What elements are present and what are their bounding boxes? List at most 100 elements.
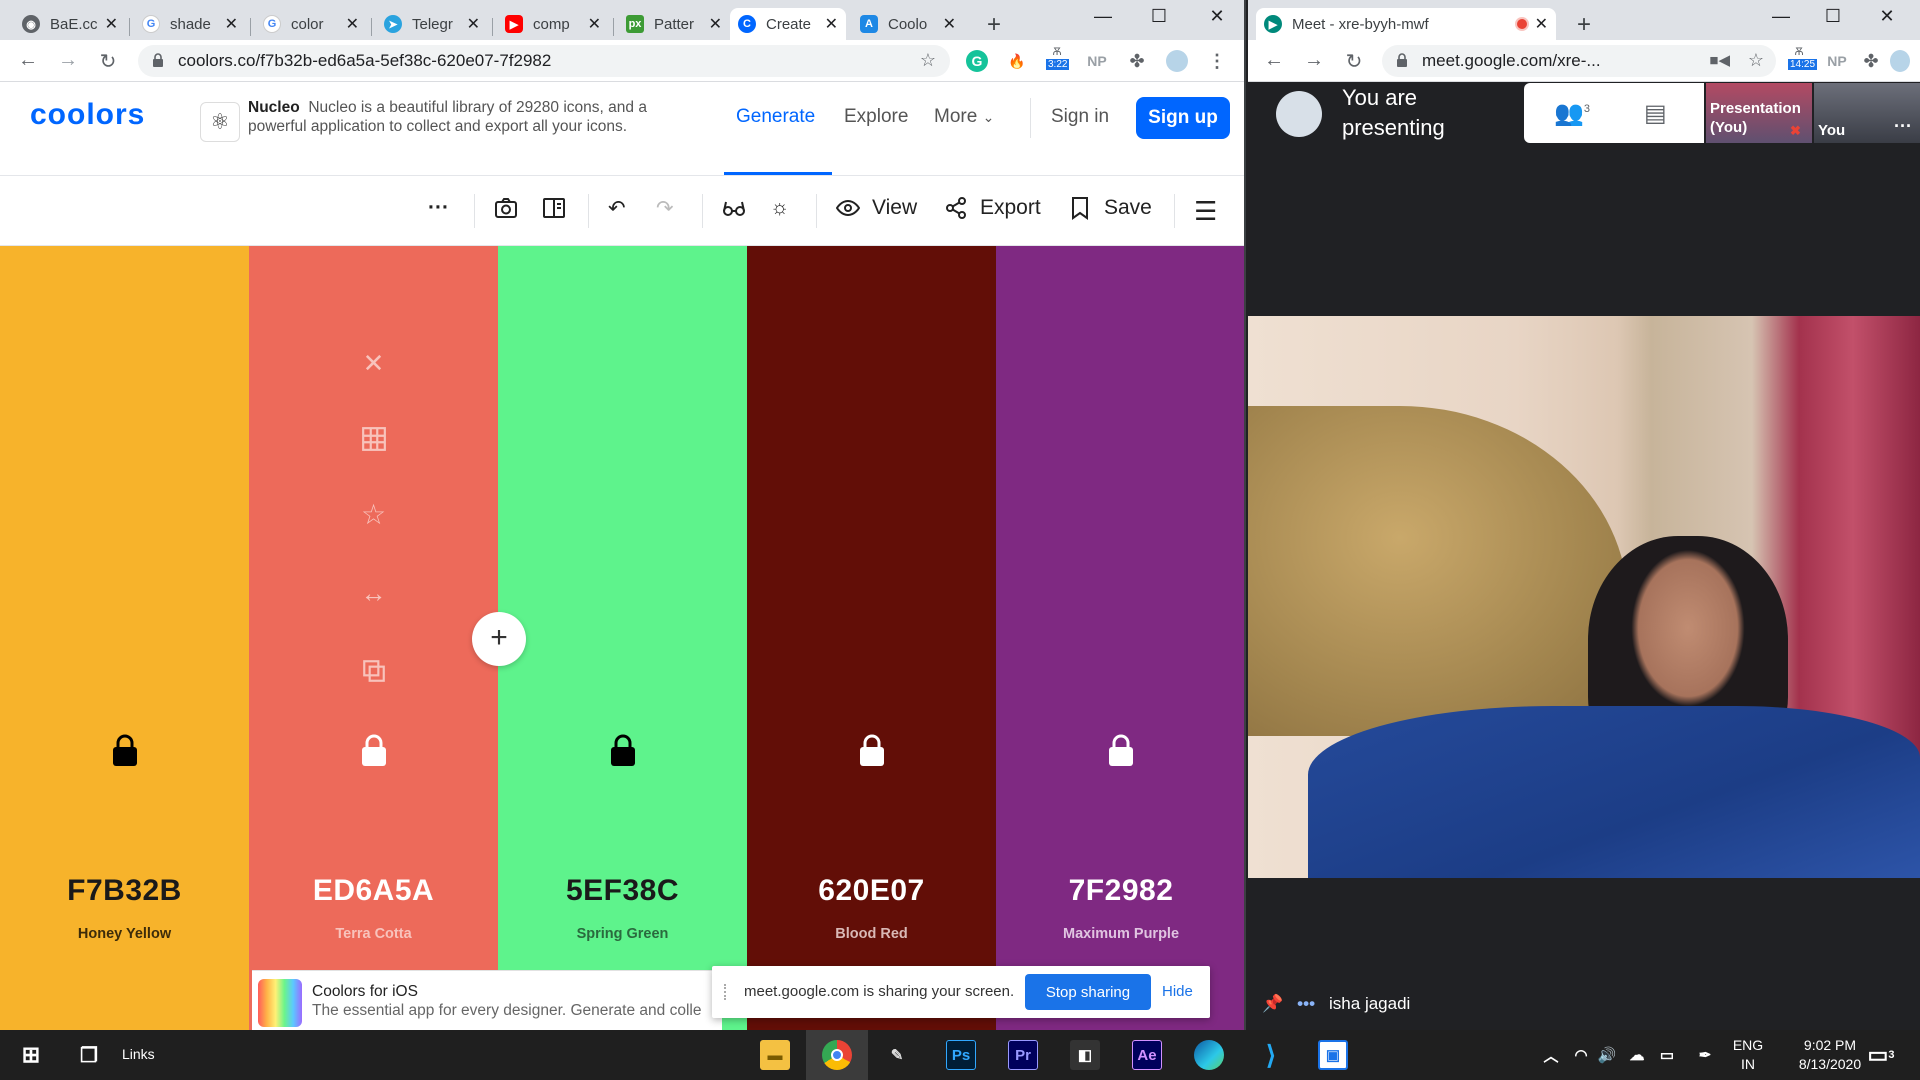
tab-baecc[interactable]: ◉ BaE.cc ✕ <box>14 8 126 40</box>
volume-icon[interactable]: 🔊 <box>1592 1040 1622 1070</box>
back-icon[interactable]: ← <box>1262 49 1286 72</box>
chat-icon[interactable]: ▤ <box>1644 99 1667 128</box>
swatch-5[interactable]: 7F2982 Maximum Purple <box>996 246 1244 1030</box>
drag-handle-icon[interactable] <box>724 984 730 1000</box>
battery-icon[interactable]: ▭ <box>1652 1040 1682 1070</box>
close-window-button[interactable]: ✕ <box>1194 6 1240 27</box>
forward-icon[interactable]: → <box>56 49 80 72</box>
forward-icon[interactable]: → <box>1302 49 1326 72</box>
app-window-icon[interactable]: ▣ <box>1318 1040 1348 1070</box>
bookmark-star-icon[interactable]: ☆ <box>1748 50 1764 71</box>
profile-avatar[interactable] <box>1890 50 1910 72</box>
brightness-icon[interactable]: ☼ <box>770 196 789 220</box>
hex-code[interactable]: ED6A5A <box>249 874 498 908</box>
paint-icon[interactable]: ✎ <box>882 1040 912 1070</box>
grammarly-icon[interactable]: G <box>966 50 988 72</box>
presentation-tile[interactable]: Presentation (You) ✖ <box>1706 83 1812 143</box>
new-tab-button[interactable]: + <box>980 12 1008 40</box>
camera-in-use-icon[interactable]: ■◀ <box>1709 51 1730 69</box>
nav-more[interactable]: More ⌄ <box>934 106 994 128</box>
favorite-star-icon[interactable]: ☆ <box>361 501 387 529</box>
back-icon[interactable]: ← <box>16 49 40 72</box>
bookmark-star-icon[interactable]: ☆ <box>920 50 936 71</box>
task-view-icon[interactable]: ❐ <box>74 1040 104 1070</box>
tab-pattern[interactable]: px Patter ✕ <box>618 8 730 40</box>
pin-icon[interactable]: 📌 <box>1262 994 1283 1014</box>
view-button[interactable]: View <box>836 196 917 220</box>
tab-telegram[interactable]: ➤ Telegr ✕ <box>376 8 488 40</box>
photoshop-icon[interactable]: Ps <box>946 1040 976 1070</box>
show-hidden-icons-chevron[interactable]: ︿ <box>1536 1040 1566 1070</box>
coolors-logo[interactable]: coolors <box>30 98 145 132</box>
fire-extension-icon[interactable]: 🔥 <box>1006 50 1028 72</box>
close-icon[interactable]: ✕ <box>588 14 601 34</box>
close-icon[interactable]: ✕ <box>346 14 359 34</box>
windows-start-icon[interactable]: ⊞ <box>16 1040 46 1070</box>
hex-code[interactable]: 620E07 <box>747 874 996 908</box>
self-view-tile[interactable]: You ··· <box>1814 83 1920 143</box>
undo-icon[interactable]: ↶ <box>608 196 626 221</box>
timer-extension-icon[interactable]: Ѫ 14:25 <box>1788 46 1818 70</box>
tab-create-active[interactable]: C Create ✕ <box>730 8 846 40</box>
close-icon[interactable]: ✕ <box>1535 14 1548 34</box>
more-options-icon[interactable]: ••• <box>1297 994 1315 1014</box>
maximize-button[interactable]: ☐ <box>1810 6 1856 27</box>
remove-icon[interactable]: ✕ <box>361 350 387 376</box>
nucleo-ad[interactable]: Nucleo Nucleo is a beautiful library of … <box>248 98 708 136</box>
ios-app-banner[interactable]: Coolors for iOS The essential app for ev… <box>252 970 722 1030</box>
vscode-icon[interactable]: ⟩ <box>1256 1040 1286 1070</box>
camera-icon[interactable] <box>494 196 518 220</box>
close-icon[interactable]: ✕ <box>467 14 480 34</box>
swatch-1[interactable]: F7B32B Honey Yellow <box>0 246 249 1030</box>
lock-icon[interactable] <box>610 734 636 766</box>
redo-icon[interactable]: ↷ <box>656 196 674 221</box>
hex-code[interactable]: 7F2982 <box>996 874 1244 908</box>
close-icon[interactable]: ✕ <box>225 14 238 34</box>
tab-color[interactable]: G color ✕ <box>255 8 367 40</box>
close-icon[interactable]: ✕ <box>825 14 838 34</box>
copy-icon[interactable] <box>361 658 387 684</box>
nav-explore[interactable]: Explore <box>844 106 908 128</box>
new-tab-button[interactable]: + <box>1570 12 1598 40</box>
np-extension-icon[interactable]: NP <box>1086 50 1108 72</box>
reload-icon[interactable]: ↻ <box>1342 49 1366 74</box>
add-color-button[interactable]: + <box>472 612 526 666</box>
browser-menu-icon[interactable]: ⋮ <box>1206 50 1228 72</box>
hide-button[interactable]: Hide <box>1162 983 1193 1000</box>
close-icon[interactable]: ✕ <box>943 14 956 34</box>
swatch-2[interactable]: ✕ ☆ ↔ ED6A5A Terra Cotta <box>249 246 498 1030</box>
swatch-3[interactable]: 5EF38C Spring Green <box>498 246 747 1030</box>
split-view-icon[interactable] <box>542 196 566 220</box>
stop-sharing-button[interactable]: Stop sharing <box>1025 974 1151 1010</box>
address-bar[interactable]: meet.google.com/xre-... ■◀ ☆ <box>1382 45 1776 77</box>
people-icon[interactable]: 👥3 <box>1554 99 1590 128</box>
address-bar[interactable]: coolors.co/f7b32b-ed6a5a-5ef38c-620e07-7… <box>138 45 950 77</box>
timer-extension-icon[interactable]: Ѫ 3:22 <box>1046 46 1070 70</box>
maximize-button[interactable]: ☐ <box>1136 6 1182 27</box>
more-options-icon[interactable]: ··· <box>1894 116 1912 137</box>
tab-shade[interactable]: G shade ✕ <box>134 8 246 40</box>
minimize-button[interactable]: — <box>1758 6 1804 27</box>
extensions-puzzle-icon[interactable]: ✤ <box>1126 50 1148 72</box>
nucleo-atom-icon[interactable]: ⚛ <box>200 102 240 142</box>
np-extension-icon[interactable]: NP <box>1826 50 1848 72</box>
close-window-button[interactable]: ✕ <box>1864 6 1910 27</box>
notification-center-icon[interactable]: ▭ 3 <box>1866 1040 1896 1070</box>
pen-icon[interactable]: ✒ <box>1690 1040 1720 1070</box>
hex-code[interactable]: F7B32B <box>0 874 249 908</box>
more-options-icon[interactable]: ··· <box>428 196 449 220</box>
swatch-4[interactable]: 620E07 Blood Red <box>747 246 996 1030</box>
reload-icon[interactable]: ↻ <box>96 49 120 74</box>
clock[interactable]: 9:02 PM 8/13/2020 <box>1780 1036 1880 1074</box>
lock-icon[interactable] <box>112 734 138 766</box>
file-explorer-icon[interactable]: ▬ <box>760 1040 790 1070</box>
chrome-icon[interactable] <box>822 1040 852 1070</box>
edge-icon[interactable] <box>1194 1040 1224 1070</box>
tab-youtube[interactable]: ▶ comp ✕ <box>497 8 609 40</box>
lock-icon[interactable] <box>1108 734 1134 766</box>
tab-meet[interactable]: ▶ Meet - xre-byyh-mwf ✕ <box>1256 8 1556 40</box>
tab-coolors-appstore[interactable]: A Coolo ✕ <box>852 8 964 40</box>
lock-icon[interactable] <box>859 734 885 766</box>
export-button[interactable]: Export <box>944 196 1041 220</box>
extensions-puzzle-icon[interactable]: ✤ <box>1860 50 1882 72</box>
